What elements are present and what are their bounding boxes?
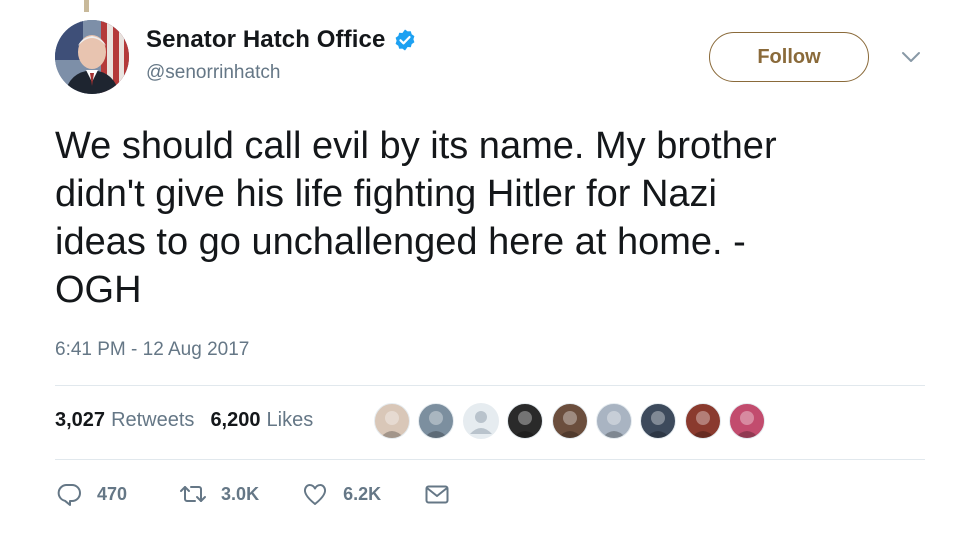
liker-avatar[interactable] <box>551 403 588 439</box>
envelope-icon[interactable] <box>423 480 451 508</box>
like-count: 6.2K <box>343 483 382 504</box>
liker-avatar[interactable] <box>595 403 632 439</box>
retweet-action[interactable]: 3.0K <box>179 480 259 508</box>
heart-icon[interactable] <box>301 480 329 508</box>
tweet-actions: 470 3.0K 6.2K <box>55 478 451 510</box>
avatar-image <box>55 20 129 94</box>
liker-avatar[interactable] <box>418 403 455 439</box>
likes-count[interactable]: 6,200 <box>210 409 260 432</box>
direct-message-action[interactable] <box>423 480 451 508</box>
top-edge-strip <box>0 0 980 12</box>
display-name[interactable]: Senator Hatch Office <box>146 26 385 54</box>
liker-avatar[interactable] <box>684 403 721 439</box>
liker-avatar[interactable] <box>507 403 544 439</box>
divider-bottom <box>55 459 925 460</box>
reply-count: 470 <box>97 483 128 504</box>
engagement-stats: 3,027 Retweets 6,200 Likes <box>55 409 313 432</box>
liker-avatar[interactable] <box>729 403 766 439</box>
tweet-text: We should call evil by its name. My brot… <box>55 125 777 311</box>
default-avatar[interactable] <box>462 403 499 439</box>
retweets-label[interactable]: Retweets <box>111 409 194 432</box>
follow-button[interactable]: Follow <box>709 32 869 82</box>
tweet-timestamp[interactable]: 6:41 PM - 12 Aug 2017 <box>55 339 249 361</box>
liker-avatar[interactable] <box>374 403 410 439</box>
liker-avatars <box>374 403 774 439</box>
top-edge-mark <box>84 0 89 12</box>
retweets-count[interactable]: 3,027 <box>55 409 105 432</box>
reply-icon[interactable] <box>55 480 83 508</box>
like-action[interactable]: 6.2K <box>301 480 381 508</box>
retweet-count: 3.0K <box>221 483 260 504</box>
account-handle[interactable]: @senorrinhatch <box>146 62 280 84</box>
retweet-icon[interactable] <box>179 480 207 508</box>
reply-action[interactable]: 470 <box>55 480 127 508</box>
likes-label[interactable]: Likes <box>267 409 314 432</box>
chevron-down-icon[interactable] <box>900 50 922 64</box>
divider-top <box>55 385 925 386</box>
account-name-row: Senator Hatch Office <box>146 26 417 54</box>
avatar[interactable] <box>55 20 129 94</box>
liker-avatar[interactable] <box>640 403 677 439</box>
verified-badge-icon <box>395 29 415 51</box>
